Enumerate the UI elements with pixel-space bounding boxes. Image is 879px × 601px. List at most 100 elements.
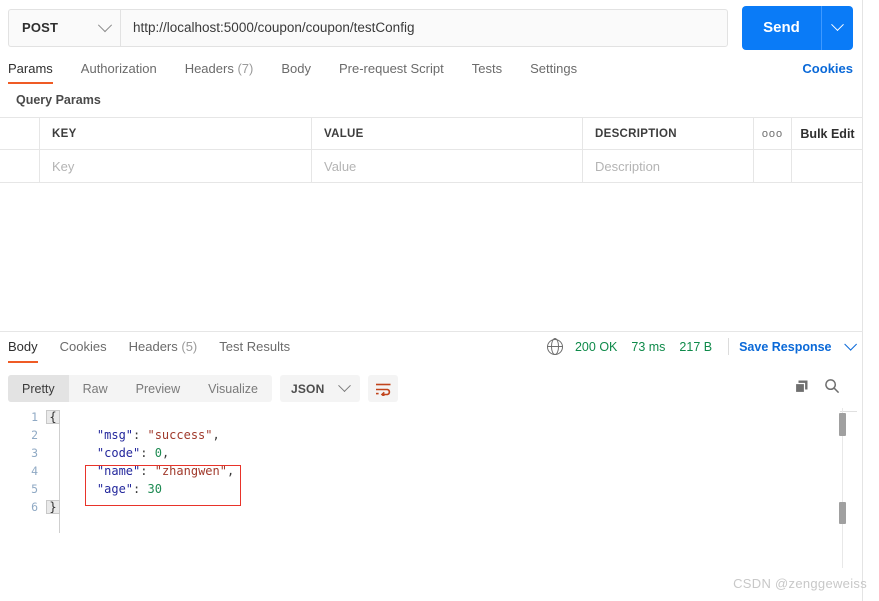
send-button-group: Send	[742, 5, 853, 50]
tab-label: Headers	[128, 339, 178, 354]
line-number: 1	[31, 410, 38, 424]
code-token: "success"	[147, 428, 213, 442]
key-placeholder: Key	[52, 158, 75, 174]
tab-pre-request-script[interactable]: Pre-request Script	[339, 55, 444, 84]
tab-count: (5)	[181, 339, 198, 354]
send-button[interactable]: Send	[742, 5, 821, 50]
code-line: 3 "code": 0,	[0, 444, 830, 462]
status-time: 73 ms	[631, 339, 666, 354]
view-mode-raw[interactable]: Raw	[69, 375, 122, 402]
postman-request-window: POST http://localhost:5000/coupon/coupon…	[0, 0, 863, 601]
row-key-input[interactable]: Key	[40, 150, 312, 182]
response-view-toolbar: Pretty Raw Preview Visualize JSON	[8, 375, 399, 402]
table-header-row: KEY VALUE DESCRIPTION ooo Bulk Edit	[0, 117, 863, 150]
line-number: 6	[31, 500, 38, 514]
code-token: "msg"	[96, 428, 134, 442]
view-mode-group: Pretty Raw Preview Visualize	[8, 375, 272, 402]
code-token: 0	[154, 446, 162, 460]
response-tab-test-results[interactable]: Test Results	[219, 333, 290, 363]
tab-authorization[interactable]: Authorization	[81, 55, 157, 84]
response-scrollbar-thumb-secondary[interactable]	[839, 502, 846, 524]
code-token: ,	[161, 446, 170, 460]
value-placeholder: Value	[324, 158, 357, 174]
query-params-title: Query Params	[16, 93, 101, 107]
search-button[interactable]	[824, 378, 840, 394]
line-number: 2	[31, 428, 38, 442]
tab-label: Params	[8, 61, 53, 76]
line-number: 5	[31, 482, 38, 496]
tab-label: Test Results	[219, 339, 291, 354]
row-checkbox-cell[interactable]	[0, 150, 40, 182]
status-code: 200 OK	[574, 339, 618, 354]
table-row[interactable]: Key Value Description	[0, 150, 863, 183]
brace-token: }	[46, 500, 60, 514]
response-scrollbar-thumb[interactable]	[839, 413, 846, 436]
http-method-select[interactable]: POST	[8, 8, 120, 47]
code-token: "age"	[96, 482, 134, 496]
code-token: "code"	[96, 446, 141, 460]
request-tabs: Params Authorization Headers (7) Body Pr…	[0, 55, 863, 87]
bulk-edit-label: Bulk Edit	[800, 126, 855, 141]
response-tab-headers[interactable]: Headers (5)	[129, 333, 198, 363]
code-text: "msg": "success",	[62, 428, 220, 442]
save-response-label: Save Response	[739, 339, 832, 354]
select-all-checkbox-cell[interactable]	[0, 118, 40, 149]
tab-label: Authorization	[80, 61, 157, 76]
tab-label: Headers	[184, 61, 234, 76]
view-mode-preview[interactable]: Preview	[122, 375, 194, 402]
response-format-select[interactable]: JSON	[279, 375, 361, 402]
code-text: "code": 0,	[62, 446, 169, 460]
row-bulk-cell	[792, 150, 863, 182]
line-number: 3	[31, 446, 38, 460]
tab-label: Body	[8, 339, 38, 354]
tab-body[interactable]: Body	[281, 55, 311, 84]
tab-label: Pre-request Script	[338, 61, 444, 76]
http-method-label: POST	[22, 20, 59, 35]
response-tab-body[interactable]: Body	[8, 333, 38, 363]
column-header-description: DESCRIPTION	[583, 118, 754, 149]
tab-params[interactable]: Params	[8, 55, 53, 84]
view-mode-visualize[interactable]: Visualize	[194, 375, 272, 402]
code-line: 2 "msg": "success",	[0, 426, 830, 444]
view-mode-pretty[interactable]: Pretty	[8, 375, 69, 402]
globe-icon	[546, 338, 564, 355]
tab-headers[interactable]: Headers (7)	[185, 55, 254, 84]
code-line: 6}	[0, 498, 830, 516]
row-value-input[interactable]: Value	[312, 150, 583, 182]
chevron-down-icon	[97, 17, 113, 32]
column-header-value: VALUE	[312, 118, 583, 149]
more-options-icon: ooo	[761, 127, 784, 140]
bulk-edit-button[interactable]: Bulk Edit	[792, 118, 863, 149]
response-body-code[interactable]: 1{2 "msg": "success", 3 "code": 0, 4 "name…	[0, 408, 830, 568]
table-options-button[interactable]: ooo	[754, 118, 792, 149]
code-text: "age": 30	[62, 482, 162, 496]
save-response-button[interactable]: Save Response	[739, 337, 857, 354]
chevron-down-icon	[844, 337, 857, 351]
tab-settings[interactable]: Settings	[530, 55, 577, 84]
query-params-table: KEY VALUE DESCRIPTION ooo Bulk Edit Key …	[0, 117, 863, 183]
word-wrap-icon	[375, 383, 391, 396]
code-token: :	[133, 482, 148, 496]
url-bar: POST http://localhost:5000/coupon/coupon…	[0, 0, 863, 55]
code-line: 4 "name": "zhangwen",	[0, 462, 830, 480]
code-token: :	[140, 446, 155, 460]
response-format-label: JSON	[290, 381, 325, 396]
tab-tests[interactable]: Tests	[472, 55, 502, 84]
send-options-button[interactable]	[821, 5, 853, 50]
row-description-input[interactable]: Description	[583, 150, 754, 182]
brace-token: {	[46, 410, 60, 424]
cookies-link[interactable]: Cookies	[802, 55, 853, 82]
description-placeholder: Description	[595, 158, 661, 174]
code-token: ,	[226, 464, 235, 478]
code-token: ,	[212, 428, 220, 442]
request-url-input[interactable]: http://localhost:5000/coupon/coupon/test…	[120, 8, 728, 47]
tab-label: Cookies	[59, 339, 107, 354]
word-wrap-toggle[interactable]	[368, 375, 399, 402]
chevron-down-icon	[831, 18, 844, 32]
code-line: 5 "age": 30	[0, 480, 830, 498]
window-right-gutter	[864, 0, 879, 601]
copy-button[interactable]	[794, 379, 809, 394]
copy-icon	[794, 380, 808, 393]
response-tab-cookies[interactable]: Cookies	[60, 333, 107, 363]
row-options-cell	[754, 150, 792, 182]
